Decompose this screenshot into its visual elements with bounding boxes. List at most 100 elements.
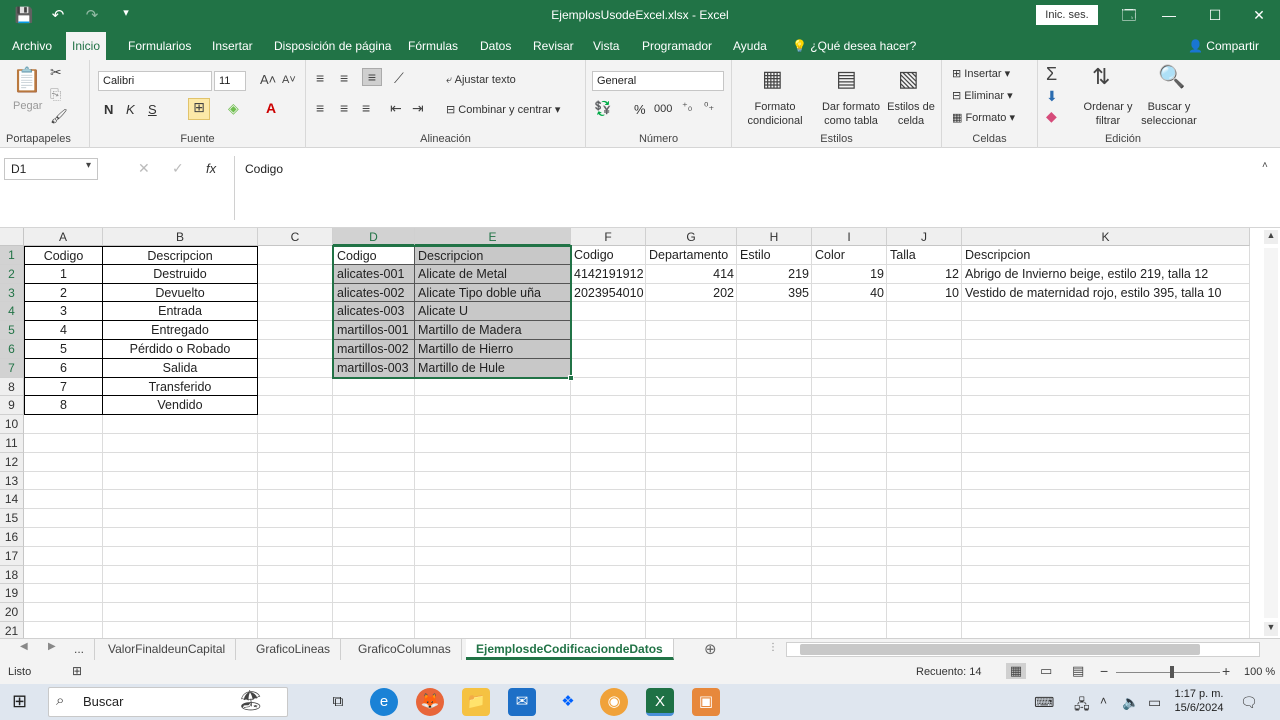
conditional-format-button[interactable]: Formato condicional	[738, 100, 812, 128]
tab-inicio[interactable]: Inicio	[66, 32, 107, 60]
cell-b3[interactable]: Devuelto	[103, 283, 258, 303]
column-header-d[interactable]: D	[333, 228, 415, 246]
cell-e2[interactable]: Alicate de Metal	[415, 264, 571, 284]
cell-g2[interactable]: 414	[646, 265, 737, 284]
add-sheet-icon[interactable]: ⊕	[704, 640, 717, 658]
fill-icon[interactable]: ⬇	[1046, 88, 1058, 105]
tab-programador[interactable]: Programador	[636, 32, 718, 60]
tab-formulas[interactable]: Fórmulas	[402, 32, 464, 60]
paste-label[interactable]: Pegar	[13, 100, 42, 112]
cell-d5[interactable]: martillos-001	[333, 321, 415, 340]
battery-icon[interactable]: ▭	[1148, 694, 1161, 711]
column-header-f[interactable]: F	[571, 228, 646, 246]
decrease-font-icon[interactable]: A˅	[282, 74, 296, 86]
edge-icon[interactable]: e	[370, 688, 398, 716]
insert-function-button[interactable]: fx	[206, 161, 216, 176]
column-header-g[interactable]: G	[646, 228, 737, 246]
cell-styles-button[interactable]: Estilos de celda	[884, 100, 938, 128]
minimize-button[interactable]: —	[1154, 4, 1184, 26]
tab-formularios[interactable]: Formularios	[122, 32, 197, 60]
row-header-16[interactable]: 16	[0, 528, 24, 547]
recorder-icon[interactable]: ▣	[692, 688, 720, 716]
column-header-h[interactable]: H	[737, 228, 812, 246]
tab-archivo[interactable]: Archivo	[6, 32, 58, 60]
cell-k3[interactable]: Vestido de maternidad rojo, estilo 395, …	[962, 284, 1250, 303]
clear-icon[interactable]: ◆	[1046, 108, 1057, 125]
sort-filter-button[interactable]: Ordenar y filtrar	[1080, 100, 1136, 128]
spreadsheet-grid[interactable]: ABCDEFGHIJK 1 2 3 4 5 6 7 8 9 10 11 12 13 14 15 16 17 18 1…	[0, 228, 1280, 638]
network-icon[interactable]: 🖧	[1074, 694, 1090, 718]
row-header-8[interactable]: 8	[0, 377, 24, 397]
find-select-icon[interactable]: 🔍	[1158, 64, 1185, 90]
cell-b9[interactable]: Vendido	[103, 396, 258, 416]
cell-d1[interactable]: Codigo	[333, 246, 415, 265]
row-header-19[interactable]: 19	[0, 584, 24, 604]
format-table-icon[interactable]: ▤	[836, 66, 857, 92]
expand-formula-icon[interactable]: ˄	[1262, 160, 1268, 171]
cell-e5[interactable]: Martillo de Madera	[415, 321, 571, 340]
scroll-down-icon[interactable]: ▼	[1264, 622, 1278, 636]
row-header-18[interactable]: 18	[0, 565, 24, 585]
dropbox-icon[interactable]: ❖	[554, 688, 582, 716]
row-header-2[interactable]: 2	[0, 264, 24, 284]
horizontal-scroll-thumb[interactable]	[800, 644, 1200, 655]
formula-input[interactable]: Codigo	[234, 156, 1276, 220]
increase-decimal-icon[interactable]: ⁺₀	[682, 100, 692, 113]
cell-a2[interactable]: 1	[24, 264, 103, 284]
notifications-icon[interactable]: 🗨	[1240, 694, 1258, 711]
next-sheet-icon[interactable]: ▶	[48, 641, 56, 652]
row-header-5[interactable]: 5	[0, 321, 24, 340]
cell-e3[interactable]: Alicate Tipo doble uña	[415, 283, 571, 303]
column-header-k[interactable]: K	[962, 228, 1250, 246]
cancel-icon[interactable]: ✕	[138, 160, 150, 177]
zoom-slider[interactable]	[1116, 672, 1220, 673]
column-header-i[interactable]: I	[812, 228, 887, 246]
cell-f1[interactable]: Codigo	[571, 246, 646, 265]
align-bottom-icon[interactable]: ≡	[362, 68, 382, 86]
mail-icon[interactable]: ✉	[508, 688, 536, 716]
cell-g3[interactable]: 202	[646, 284, 737, 303]
delete-cells-button[interactable]: ⊟ Eliminar ▾	[952, 89, 1013, 102]
row-header-12[interactable]: 12	[0, 452, 24, 472]
cell-j2[interactable]: 12	[887, 265, 962, 284]
orientation-icon[interactable]: ⟋	[394, 70, 404, 87]
cell-e7[interactable]: Martillo de Hule	[415, 358, 571, 378]
cell-a7[interactable]: 6	[24, 358, 103, 378]
cell-i2[interactable]: 19	[812, 265, 887, 284]
tab-insertar[interactable]: Insertar	[206, 32, 259, 60]
cell-f2[interactable]: 4142191912	[571, 265, 646, 284]
conditional-format-icon[interactable]: ▦	[762, 66, 783, 92]
maximize-button[interactable]: ☐	[1200, 4, 1230, 26]
clock[interactable]: 1:17 p. m. 15/6/2024	[1174, 687, 1224, 715]
cell-a9[interactable]: 8	[24, 396, 103, 416]
close-button[interactable]: ✕	[1244, 4, 1274, 26]
tab-ayuda[interactable]: Ayuda	[727, 32, 773, 60]
row-header-15[interactable]: 15	[0, 509, 24, 528]
row-header-14[interactable]: 14	[0, 490, 24, 510]
row-header-21[interactable]: 21	[0, 622, 24, 638]
zoom-slider-thumb[interactable]	[1170, 666, 1174, 678]
vertical-scrollbar[interactable]	[1264, 248, 1278, 618]
sheet-tab-graficocolumnas[interactable]: GraficoColumnas	[348, 639, 462, 660]
cell-d3[interactable]: alicates-002	[333, 283, 415, 303]
column-header-e[interactable]: E	[415, 228, 571, 246]
excel-taskbar-icon[interactable]: X	[646, 688, 674, 716]
page-layout-icon[interactable]: ▭	[1040, 663, 1052, 679]
cell-g1[interactable]: Departamento	[646, 246, 737, 265]
tab-disposicion[interactable]: Disposición de página	[268, 32, 397, 60]
sheet-tab-valorfinal[interactable]: ValorFinaldeunCapital	[98, 639, 237, 660]
row-header-10[interactable]: 10	[0, 415, 24, 434]
paste-icon[interactable]: 📋	[12, 66, 42, 98]
column-header-a[interactable]: A	[24, 228, 103, 246]
file-explorer-icon[interactable]: 📁	[462, 688, 490, 716]
sheet-tab-more[interactable]: ...	[64, 639, 96, 660]
align-center-icon[interactable]: ≡	[340, 100, 348, 116]
column-header-c[interactable]: C	[258, 228, 333, 246]
normal-view-icon[interactable]: ▦	[1006, 663, 1026, 679]
sheet-options-icon[interactable]: ⋮	[768, 642, 778, 653]
tab-datos[interactable]: Datos	[474, 32, 517, 60]
select-all-corner[interactable]	[0, 228, 24, 246]
cell-d2[interactable]: alicates-001	[333, 264, 415, 284]
fill-color-icon[interactable]: ◈	[228, 100, 239, 117]
cell-a6[interactable]: 5	[24, 340, 103, 359]
